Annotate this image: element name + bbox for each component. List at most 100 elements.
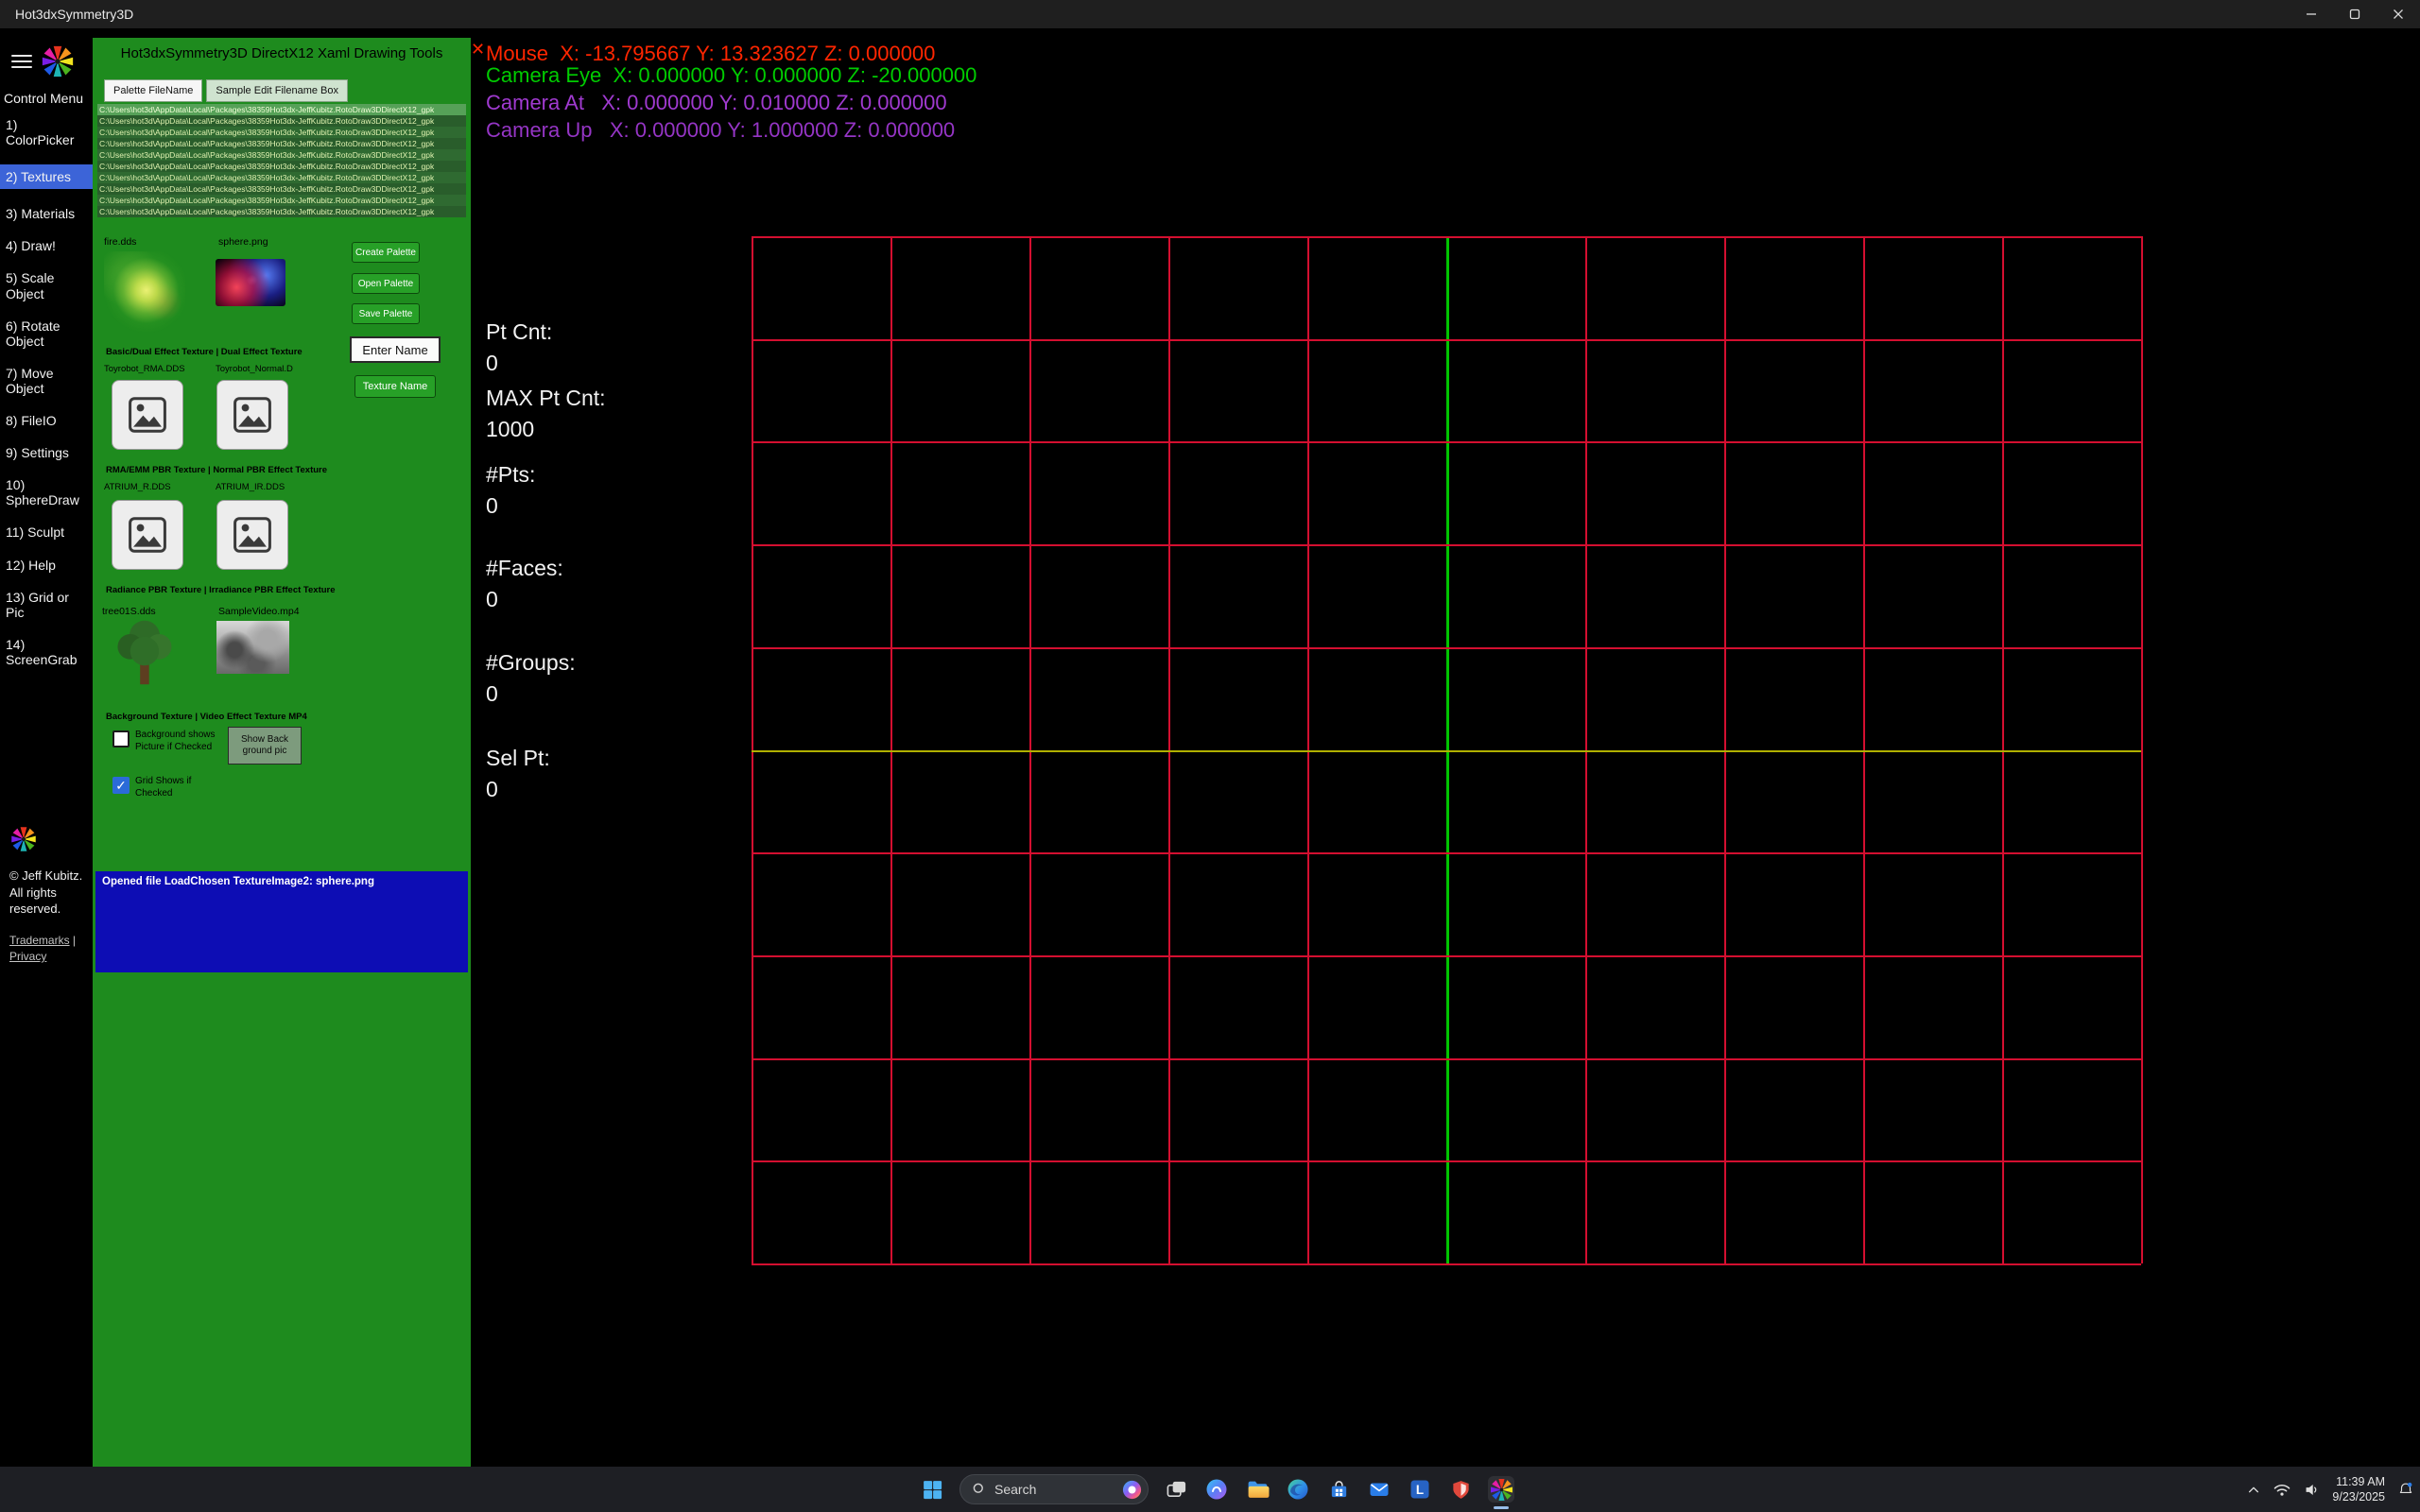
background-checkbox[interactable] bbox=[112, 730, 130, 747]
palette-file-row[interactable]: C:\Users\hot3d\AppData\Local\Packages\38… bbox=[97, 183, 466, 195]
grid-horizontal-line bbox=[752, 339, 2141, 341]
tab-sample-edit-filename-box[interactable]: Sample Edit Filename Box bbox=[206, 79, 348, 102]
grid-vertical-line bbox=[2141, 236, 2143, 1263]
texture-name-input[interactable]: Enter Name bbox=[350, 336, 441, 363]
fire-texture-thumbnail[interactable] bbox=[104, 251, 185, 333]
task-view-icon bbox=[1166, 1479, 1187, 1501]
stat-value-max-pt-cnt: 1000 bbox=[486, 417, 534, 442]
security-shield-button[interactable] bbox=[1447, 1476, 1474, 1503]
sidebar-item-10-spheredraw[interactable]: 10) SphereDraw bbox=[0, 477, 93, 507]
file-explorer-button[interactable] bbox=[1244, 1476, 1270, 1503]
sidebar: Control Menu 1) ColorPicker2) Textures3)… bbox=[0, 28, 93, 1467]
atrium-r-label: ATRIUM_R.DDS bbox=[104, 482, 171, 492]
panel-title: Hot3dxSymmetry3D DirectX12 Xaml Drawing … bbox=[93, 45, 471, 61]
palette-file-row[interactable]: C:\Users\hot3d\AppData\Local\Packages\38… bbox=[97, 138, 466, 149]
sidebar-item-12-help[interactable]: 12) Help bbox=[0, 558, 93, 573]
open-palette-button[interactable]: Open Palette bbox=[352, 273, 420, 294]
sidebar-item-13-grid-or-pic[interactable]: 13) Grid or Pic bbox=[0, 590, 93, 620]
save-palette-button[interactable]: Save Palette bbox=[352, 303, 420, 324]
mouse-cursor-marker: ✕ bbox=[471, 40, 485, 60]
mail-button[interactable] bbox=[1366, 1476, 1392, 1503]
network-wifi-icon[interactable] bbox=[2273, 1482, 2291, 1498]
palette-file-row[interactable]: C:\Users\hot3d\AppData\Local\Packages\38… bbox=[97, 104, 466, 115]
sidebar-item-11-sculpt[interactable]: 11) Sculpt bbox=[0, 524, 93, 540]
hot3dx-app-button[interactable] bbox=[1488, 1476, 1514, 1503]
texture-panel: Hot3dxSymmetry3D DirectX12 Xaml Drawing … bbox=[93, 38, 471, 1467]
active-app-indicator bbox=[1494, 1506, 1509, 1509]
toyrobot-normal-thumbnail[interactable] bbox=[216, 380, 288, 450]
grid-horizontal-line bbox=[752, 544, 2141, 546]
close-button[interactable] bbox=[2377, 0, 2420, 28]
atrium-ir-label: ATRIUM_IR.DDS bbox=[216, 482, 285, 492]
video-texture-label: SampleVideo.mp4 bbox=[218, 606, 300, 617]
background-checkbox-label: Background shows Picture if Checked bbox=[135, 729, 226, 753]
create-palette-button[interactable]: Create Palette bbox=[352, 242, 420, 263]
grid-center-horizontal-line bbox=[752, 750, 2141, 752]
palette-file-list: C:\Users\hot3d\AppData\Local\Packages\38… bbox=[97, 104, 466, 217]
toyrobot-normal-label: Toyrobot_Normal.D bbox=[216, 364, 293, 374]
task-view-button[interactable] bbox=[1163, 1476, 1189, 1503]
grid-horizontal-line bbox=[752, 1058, 2141, 1060]
palette-file-row[interactable]: C:\Users\hot3d\AppData\Local\Packages\38… bbox=[97, 195, 466, 206]
taskbar: Search L bbox=[0, 1467, 2420, 1512]
maximize-button[interactable] bbox=[2333, 0, 2377, 28]
sphere-texture-label: sphere.png bbox=[218, 236, 268, 248]
palette-file-row[interactable]: C:\Users\hot3d\AppData\Local\Packages\38… bbox=[97, 115, 466, 127]
drawing-grid[interactable] bbox=[752, 236, 2141, 1263]
notifications-bell-icon[interactable] bbox=[2397, 1481, 2414, 1498]
palette-file-row[interactable]: C:\Users\hot3d\AppData\Local\Packages\38… bbox=[97, 161, 466, 172]
windows-start-icon bbox=[921, 1478, 944, 1502]
sidebar-item-14-screengrab[interactable]: 14) ScreenGrab bbox=[0, 637, 93, 667]
sphere-texture-thumbnail[interactable] bbox=[216, 259, 285, 306]
copilot-button[interactable] bbox=[1203, 1476, 1230, 1503]
sidebar-footer: © Jeff Kubitz. All rights reserved. Trad… bbox=[9, 825, 91, 965]
store-button[interactable] bbox=[1325, 1476, 1352, 1503]
sidebar-item-6-rotate-object[interactable]: 6) Rotate Object bbox=[0, 318, 93, 349]
toyrobot-rma-thumbnail[interactable] bbox=[112, 380, 183, 450]
readout-camera-eye: Camera Eye X: 0.000000 Y: 0.000000 Z: -2… bbox=[486, 63, 977, 88]
legal-links: Trademarks | Privacy bbox=[9, 933, 85, 966]
video-texture-thumbnail[interactable] bbox=[216, 621, 289, 674]
stat-label-pt-cnt: Pt Cnt: bbox=[486, 319, 552, 345]
minimize-button[interactable] bbox=[2290, 0, 2333, 28]
stat-label-max-pt-cnt: MAX Pt Cnt: bbox=[486, 386, 606, 411]
sidebar-item-1-colorpicker[interactable]: 1) ColorPicker bbox=[0, 117, 93, 147]
start-button[interactable] bbox=[919, 1476, 945, 1503]
taskbar-center: Search L bbox=[919, 1467, 1514, 1512]
mail-icon bbox=[1368, 1478, 1391, 1501]
palette-file-row[interactable]: C:\Users\hot3d\AppData\Local\Packages\38… bbox=[97, 127, 466, 138]
trademarks-link[interactable]: Trademarks bbox=[9, 934, 70, 947]
panel-tabs: Palette FileName Sample Edit Filename Bo… bbox=[104, 79, 348, 102]
sidebar-item-8-fileio[interactable]: 8) FileIO bbox=[0, 413, 93, 428]
edge-button[interactable] bbox=[1285, 1476, 1311, 1503]
sidebar-item-9-settings[interactable]: 9) Settings bbox=[0, 445, 93, 460]
taskbar-search[interactable]: Search bbox=[959, 1474, 1149, 1504]
palette-file-row[interactable]: C:\Users\hot3d\AppData\Local\Packages\38… bbox=[97, 149, 466, 161]
grid-horizontal-line bbox=[752, 1160, 2141, 1162]
grid-horizontal-line bbox=[752, 441, 2141, 443]
palette-file-row[interactable]: C:\Users\hot3d\AppData\Local\Packages\38… bbox=[97, 206, 466, 217]
privacy-link[interactable]: Privacy bbox=[9, 950, 46, 963]
hamburger-menu-icon[interactable] bbox=[11, 55, 32, 68]
sidebar-item-3-materials[interactable]: 3) Materials bbox=[0, 206, 93, 221]
sidebar-item-5-scale-object[interactable]: 5) Scale Object bbox=[0, 270, 93, 301]
sidebar-item-2-textures[interactable]: 2) Textures bbox=[0, 164, 93, 189]
atrium-r-thumbnail[interactable] bbox=[112, 500, 183, 570]
sidebar-item-4-draw[interactable]: 4) Draw! bbox=[0, 238, 93, 253]
tab-palette-filename[interactable]: Palette FileName bbox=[104, 79, 202, 102]
l-app-button[interactable]: L bbox=[1407, 1476, 1433, 1503]
tree-texture-thumbnail[interactable] bbox=[108, 616, 180, 688]
volume-icon[interactable] bbox=[2304, 1481, 2320, 1499]
control-menu: 1) ColorPicker 2) Textures 3) Materials 4) … bbox=[0, 117, 93, 667]
grid-checkbox[interactable] bbox=[112, 777, 130, 794]
taskbar-clock[interactable]: 11:39 AM 9/23/2025 bbox=[2332, 1474, 2385, 1505]
atrium-ir-thumbnail[interactable] bbox=[216, 500, 288, 570]
show-background-button[interactable]: Show Back ground pic bbox=[228, 727, 302, 765]
texture-name-button[interactable]: Texture Name bbox=[354, 375, 436, 398]
stat-value-groups: 0 bbox=[486, 681, 498, 707]
stat-value-pt-cnt: 0 bbox=[486, 351, 498, 376]
sidebar-item-7-move-object[interactable]: 7) Move Object bbox=[0, 366, 93, 396]
palette-file-row[interactable]: C:\Users\hot3d\AppData\Local\Packages\38… bbox=[97, 172, 466, 183]
hidden-icons-chevron-icon[interactable] bbox=[2247, 1485, 2260, 1495]
hot3dx-app-icon bbox=[1489, 1477, 1514, 1503]
